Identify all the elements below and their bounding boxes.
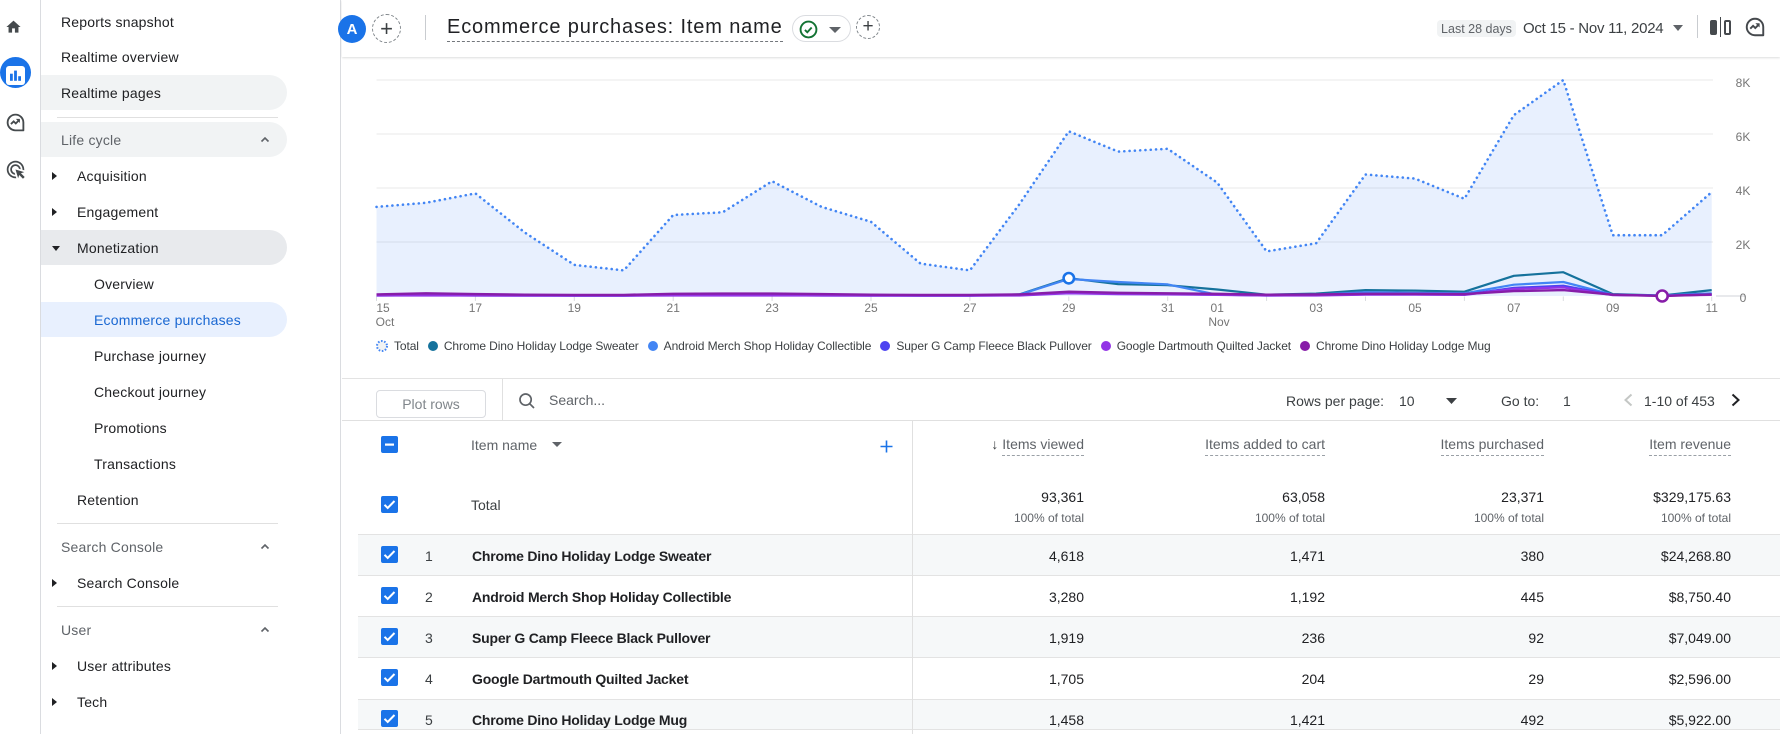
svg-text:21: 21 [667, 301, 681, 315]
svg-text:4K: 4K [1736, 184, 1751, 198]
svg-text:29: 29 [1062, 301, 1076, 315]
svg-text:27: 27 [963, 301, 977, 315]
svg-text:09: 09 [1606, 301, 1620, 315]
svg-text:11: 11 [1705, 301, 1718, 315]
svg-text:07: 07 [1507, 301, 1521, 315]
svg-text:8K: 8K [1736, 76, 1751, 90]
svg-text:2K: 2K [1736, 238, 1751, 252]
svg-text:25: 25 [864, 301, 878, 315]
svg-text:03: 03 [1309, 301, 1323, 315]
svg-text:6K: 6K [1736, 130, 1751, 144]
svg-text:15: 15 [376, 301, 390, 315]
svg-text:Nov: Nov [1208, 315, 1229, 329]
svg-text:31: 31 [1161, 301, 1175, 315]
svg-text:01: 01 [1211, 301, 1225, 315]
svg-text:23: 23 [765, 301, 779, 315]
svg-text:0: 0 [1740, 291, 1747, 305]
svg-text:19: 19 [568, 301, 582, 315]
svg-text:17: 17 [469, 301, 483, 315]
svg-text:Oct: Oct [376, 315, 395, 329]
svg-text:05: 05 [1408, 301, 1422, 315]
